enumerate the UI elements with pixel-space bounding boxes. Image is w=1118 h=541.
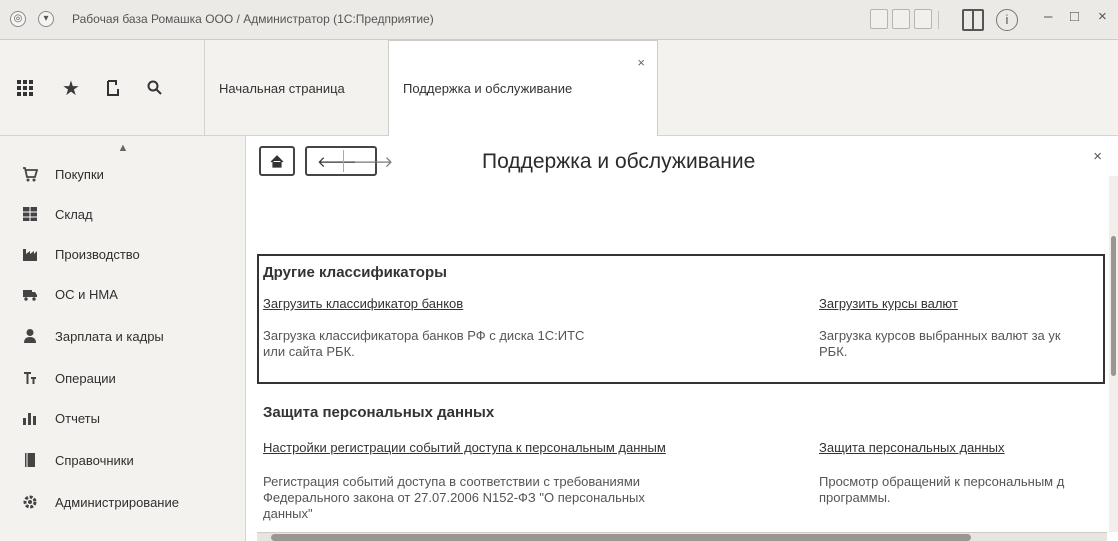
tab-home[interactable]: Начальная страница <box>204 40 380 136</box>
nav-separator <box>343 150 344 172</box>
title-bar: ◎ ▾ Рабочая база Ромашка ООО / Администр… <box>0 0 1118 40</box>
horizontal-scrollbar[interactable] <box>257 532 1107 541</box>
sidebar-item-label: Справочники <box>55 452 134 468</box>
sidebar-item-purchases[interactable]: Покупки <box>0 154 246 194</box>
sidebar-item-production[interactable]: Производство <box>0 234 246 274</box>
section-description: Загрузка классификатора банков РФ с диск… <box>263 328 585 359</box>
bar-chart-icon <box>22 410 38 426</box>
page-title: Поддержка и обслуживание <box>482 150 756 173</box>
window-title: Рабочая база Ромашка ООО / Администратор… <box>72 12 434 26</box>
maximize-button[interactable]: □ <box>1070 8 1079 25</box>
toolbar-icon[interactable] <box>914 9 932 29</box>
horizontal-scroll-thumb[interactable] <box>271 534 971 541</box>
sidebar-item-label: Операции <box>55 370 116 386</box>
sidebar-item-label: Склад <box>55 206 93 222</box>
sidebar-item-reports[interactable]: Отчеты <box>0 398 246 438</box>
truck-icon <box>22 286 38 302</box>
gear-icon <box>22 494 38 510</box>
load-bank-classifier-link[interactable]: Загрузить классификатор банков <box>263 296 463 311</box>
sidebar-item-label: ОС и НМА <box>55 286 118 302</box>
main-content: 🡐 🡒 Поддержка и обслуживание × Другие кл… <box>247 136 1118 541</box>
sidebar-item-operations[interactable]: Операции <box>0 358 246 398</box>
history-nav-buttons: 🡐 🡒 <box>305 146 393 176</box>
pd-access-settings-link[interactable]: Настройки регистрации событий доступа к … <box>263 440 666 455</box>
home-icon <box>270 154 284 168</box>
main-menu-icon[interactable]: ▾ <box>38 11 54 27</box>
sections-panel: ★ Начальная страница Поддержка и обслужи… <box>0 40 1118 137</box>
star-icon[interactable]: ★ <box>54 40 88 136</box>
section-description: Регистрация событий доступа в соответств… <box>263 474 645 521</box>
sidebar-item-label: Администрирование <box>55 494 179 510</box>
sidebar-item-catalogs[interactable]: Справочники <box>0 440 246 480</box>
home-button[interactable] <box>259 146 295 176</box>
sidebar-item-fixed-assets[interactable]: ОС и НМА <box>0 274 246 314</box>
info-icon[interactable]: i <box>996 9 1018 31</box>
close-form-icon[interactable]: × <box>1093 148 1102 165</box>
back-icon[interactable]: 🡐 <box>317 152 357 171</box>
sidebar-item-warehouse[interactable]: Склад <box>0 194 246 234</box>
sidebar-item-label: Отчеты <box>55 410 100 426</box>
panel-layout-icon[interactable] <box>962 9 984 31</box>
tab-support[interactable]: Поддержка и обслуживание × <box>388 40 658 137</box>
sidebar-item-label: Производство <box>55 246 140 262</box>
book-icon <box>22 452 38 468</box>
minimize-button[interactable]: – <box>1044 8 1052 25</box>
sidebar-item-administration[interactable]: Администрирование <box>0 482 246 522</box>
warehouse-icon <box>22 206 38 222</box>
section-description: Загрузка курсов выбранных валют за ук РБ… <box>819 328 1061 359</box>
tab-label: Начальная страница <box>219 80 345 96</box>
tab-label: Поддержка и обслуживание <box>403 81 573 96</box>
search-icon[interactable] <box>138 40 172 136</box>
forward-icon[interactable]: 🡒 <box>353 152 393 171</box>
vertical-scroll-thumb[interactable] <box>1111 236 1116 376</box>
toolbar-icon[interactable] <box>870 9 888 29</box>
history-icon[interactable] <box>96 40 130 136</box>
sidebar-item-label: Зарплата и кадры <box>55 328 164 344</box>
operations-icon <box>22 370 38 386</box>
sidebar-item-label: Покупки <box>55 166 104 182</box>
section-description: Просмотр обращений к персональным д прог… <box>819 474 1065 505</box>
vertical-scrollbar[interactable] <box>1109 176 1118 532</box>
cart-icon <box>22 166 38 182</box>
section-title: Защита персональных данных <box>263 404 495 421</box>
person-icon <box>22 328 38 344</box>
section-title: Другие классификаторы <box>263 264 447 281</box>
toolbar-separator <box>938 11 939 29</box>
close-tab-icon[interactable]: × <box>637 55 645 70</box>
toolbar-icon[interactable] <box>892 9 910 29</box>
apps-grid-icon[interactable] <box>8 40 42 136</box>
scroll-up-icon[interactable]: ▲ <box>0 142 246 154</box>
factory-icon <box>22 246 38 262</box>
app-menu-icon[interactable]: ◎ <box>10 11 26 27</box>
sidebar: ▲ Покупки Склад Производство ОС и НМА За… <box>0 136 246 541</box>
close-window-button[interactable]: × <box>1098 8 1107 25</box>
load-exchange-rates-link[interactable]: Загрузить курсы валют <box>819 296 958 311</box>
sidebar-item-salary[interactable]: Зарплата и кадры <box>0 316 246 356</box>
pd-protection-link[interactable]: Защита персональных данных <box>819 440 1005 455</box>
